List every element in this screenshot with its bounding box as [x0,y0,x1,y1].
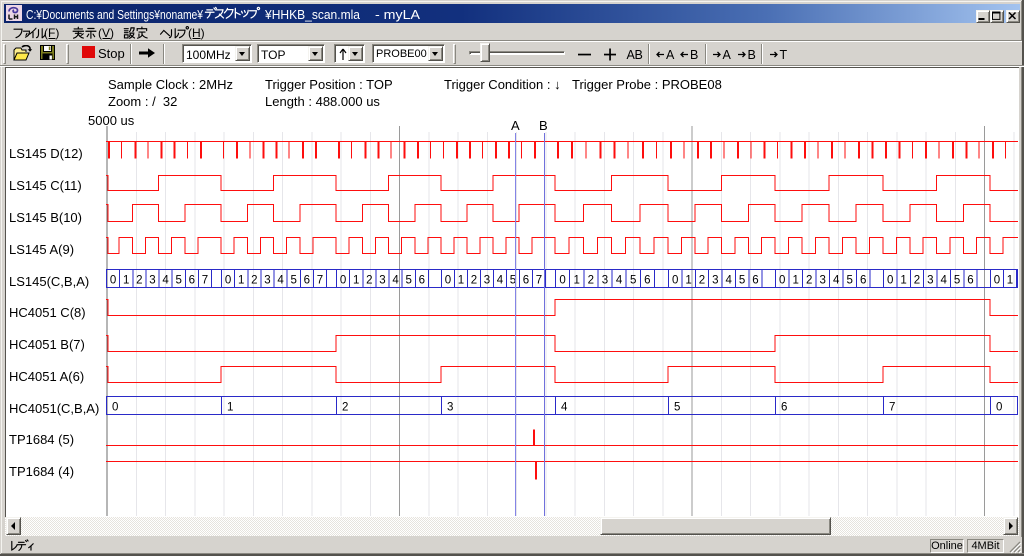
svg-text:5: 5 [739,275,745,287]
svg-text:6: 6 [860,275,866,287]
svg-text:1: 1 [793,275,799,287]
svg-text:4: 4 [162,275,169,287]
svg-text:3: 3 [149,275,155,287]
svg-text:3: 3 [927,275,933,287]
svg-text:5: 5 [674,402,680,414]
svg-text:5: 5 [175,275,181,287]
svg-text:6: 6 [781,402,787,414]
svg-text:3: 3 [447,402,453,414]
svg-text:2: 2 [699,275,705,287]
svg-text:0: 0 [112,402,118,414]
svg-text:6: 6 [523,275,529,287]
svg-text:3: 3 [484,275,490,287]
svg-text:2: 2 [588,275,594,287]
svg-text:0: 0 [445,275,451,287]
svg-text:4: 4 [616,275,623,287]
svg-text:0: 0 [887,275,893,287]
svg-text:5: 5 [954,275,960,287]
svg-text:4: 4 [277,275,284,287]
svg-text:4: 4 [497,275,504,287]
svg-text:4: 4 [940,275,947,287]
svg-text:1: 1 [685,275,691,287]
svg-text:4: 4 [725,275,732,287]
svg-text:2: 2 [471,275,477,287]
svg-text:3: 3 [264,275,270,287]
svg-text:2: 2 [806,275,812,287]
svg-text:7: 7 [202,275,208,287]
svg-text:0: 0 [225,275,231,287]
svg-text:0: 0 [996,402,1002,414]
svg-text:3: 3 [379,275,385,287]
svg-text:0: 0 [994,275,1000,287]
svg-text:0: 0 [779,275,785,287]
svg-text:4: 4 [833,275,840,287]
svg-text:1: 1 [238,275,244,287]
svg-text:4: 4 [392,275,399,287]
svg-text:2: 2 [342,402,348,414]
svg-text:0: 0 [110,275,116,287]
svg-text:5: 5 [405,275,411,287]
svg-text:1: 1 [1007,275,1013,287]
svg-text:3: 3 [712,275,718,287]
svg-text:1: 1 [458,275,464,287]
svg-text:0: 0 [559,275,565,287]
svg-text:6: 6 [752,275,758,287]
svg-text:5: 5 [630,275,636,287]
svg-text:3: 3 [820,275,826,287]
svg-text:0: 0 [672,275,678,287]
svg-text:6: 6 [967,275,973,287]
svg-text:6: 6 [644,275,650,287]
svg-text:6: 6 [419,275,425,287]
svg-text:5: 5 [847,275,853,287]
svg-text:3: 3 [602,275,608,287]
svg-text:2: 2 [251,275,257,287]
svg-text:6: 6 [189,275,195,287]
svg-text:2: 2 [366,275,372,287]
svg-text:1: 1 [227,402,233,414]
svg-text:7: 7 [889,402,895,414]
svg-text:1: 1 [123,275,129,287]
svg-text:2: 2 [914,275,920,287]
svg-text:1: 1 [573,275,579,287]
svg-text:0: 0 [340,275,346,287]
svg-text:5: 5 [290,275,296,287]
svg-text:6: 6 [304,275,310,287]
svg-text:1: 1 [900,275,906,287]
svg-text:2: 2 [136,275,142,287]
svg-text:4: 4 [561,402,568,414]
svg-text:7: 7 [536,275,542,287]
svg-text:7: 7 [317,275,323,287]
svg-text:1: 1 [353,275,359,287]
